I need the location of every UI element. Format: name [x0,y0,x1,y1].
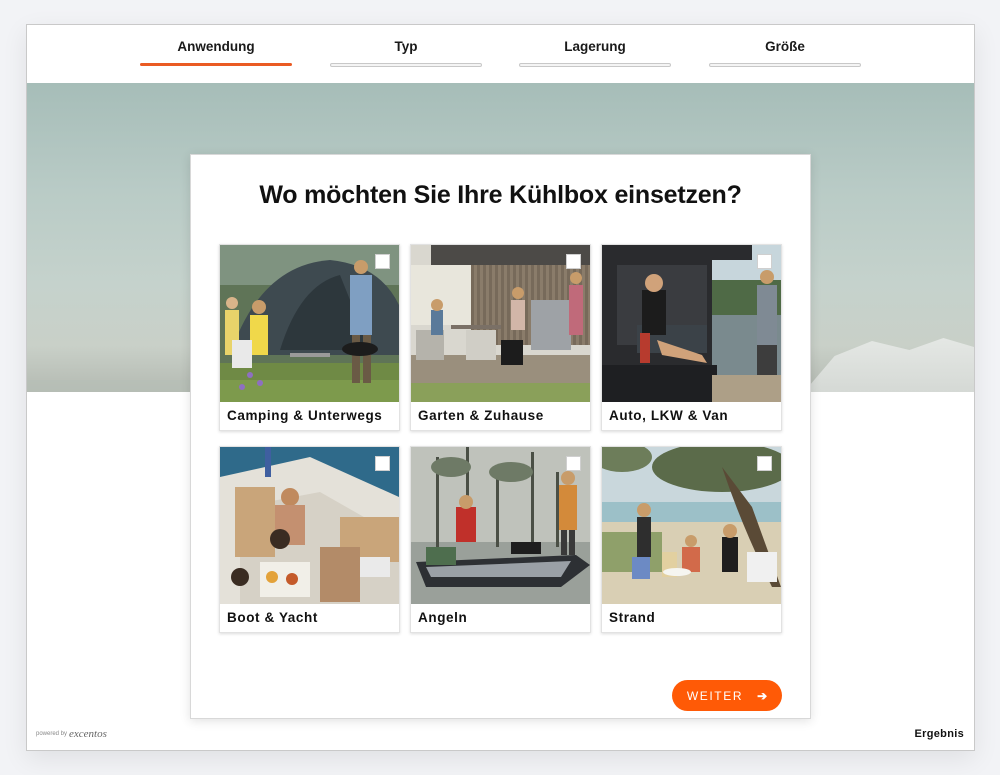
step-label: Typ [394,39,418,54]
option-label: Angeln [418,610,468,625]
step-progress-bar [519,63,671,67]
step-typ[interactable]: Typ [330,25,482,83]
option-checkbox[interactable] [375,254,390,269]
car-photo [602,245,781,402]
question-card: Wo möchten Sie Ihre Kühlbox einsetzen? C… [190,154,811,719]
next-button-label: WEITER [686,688,744,703]
option-label: Camping & Unterwegs [227,408,383,423]
option-car[interactable]: Auto, LKW & Van [601,244,782,431]
option-label: Boot & Yacht [227,610,318,625]
option-label: Auto, LKW & Van [609,408,729,423]
option-garden[interactable]: Garten & Zuhause [410,244,591,431]
garden-photo [411,245,590,402]
option-label: Strand [609,610,656,625]
step-progress-bar [140,63,292,66]
option-fishing[interactable]: Angeln [410,446,591,633]
excentos-logo: excentos [69,728,107,740]
next-button[interactable]: WEITER ➔ [672,680,782,711]
option-camping[interactable]: Camping & Unterwegs [219,244,400,431]
step-label: Größe [765,39,805,54]
option-checkbox[interactable] [566,456,581,471]
beach-photo [602,447,781,604]
step-groesse[interactable]: Größe [709,25,861,83]
step-progress-bar [330,63,482,67]
option-boat[interactable]: Boot & Yacht [219,446,400,633]
powered-by[interactable]: powered by excentos [36,728,107,740]
hero-ground [27,380,197,392]
fishing-photo [411,447,590,604]
hero-mountain [804,338,974,392]
boat-photo [220,447,399,604]
option-checkbox[interactable] [566,254,581,269]
step-progress-bar [709,63,861,67]
question-title: Wo möchten Sie Ihre Kühlbox einsetzen? [259,181,742,209]
option-checkbox[interactable] [757,456,772,471]
advisor-frame: Anwendung Typ Lagerung Größe Wo möchten … [26,24,975,751]
option-beach[interactable]: Strand [601,446,782,633]
option-checkbox[interactable] [375,456,390,471]
step-anwendung[interactable]: Anwendung [140,25,292,83]
arrow-right-icon: ➔ [757,688,768,703]
step-label: Lagerung [564,39,626,54]
step-label: Anwendung [177,39,255,54]
powered-by-text: powered by [36,731,68,737]
result-link[interactable]: Ergebnis [915,728,964,740]
step-lagerung[interactable]: Lagerung [519,25,671,83]
camping-photo [220,245,399,402]
step-navigation: Anwendung Typ Lagerung Größe [27,25,974,83]
option-label: Garten & Zuhause [418,408,544,423]
option-checkbox[interactable] [757,254,772,269]
